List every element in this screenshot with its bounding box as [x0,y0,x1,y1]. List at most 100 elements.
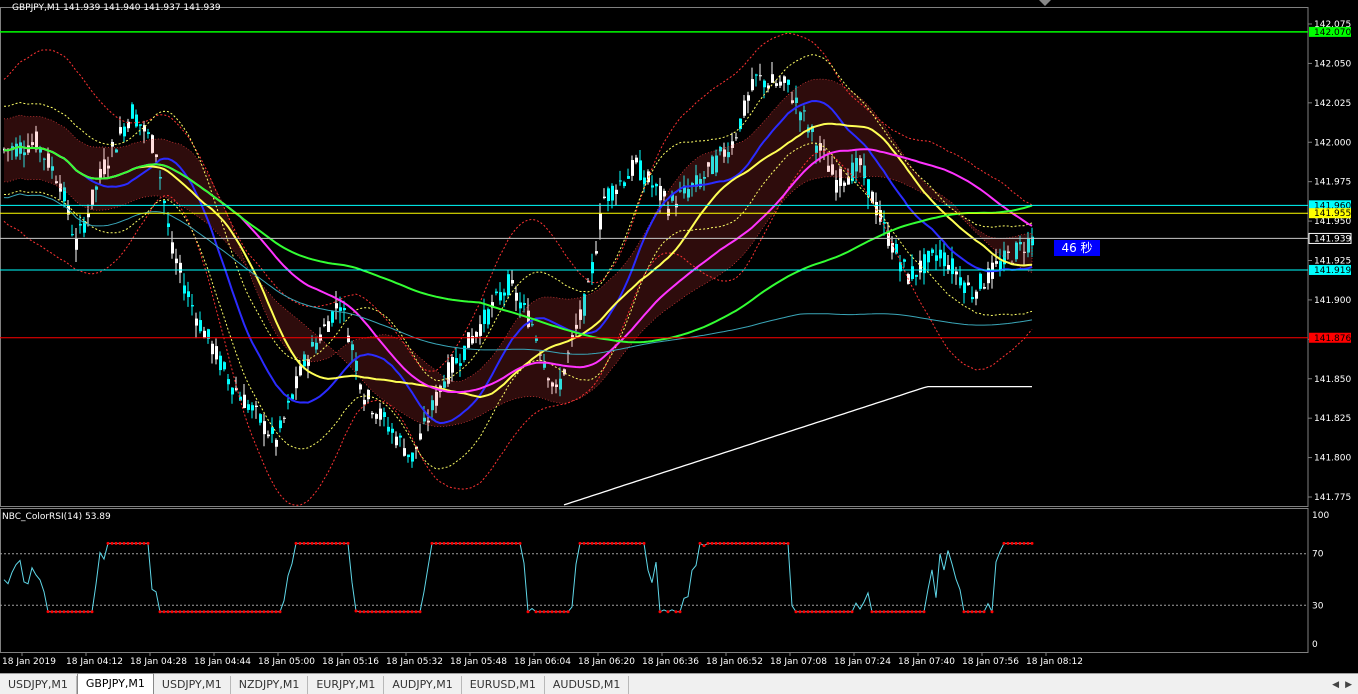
rsi-extreme-mark [190,610,194,614]
candle-body [619,180,622,182]
candle-body [455,358,458,364]
candle-body [187,291,190,298]
rsi-extreme-mark [146,541,150,545]
rsi-extreme-mark [698,541,702,545]
rsi-extreme-mark [142,541,146,545]
rsi-extreme-mark [470,541,474,545]
rsi-extreme-mark [358,610,362,614]
rsi-extreme-mark [62,610,66,614]
rsi-extreme-mark [806,610,810,614]
rsi-extreme-mark [438,541,442,545]
rsi-extreme-mark [394,610,398,614]
candle-body [123,126,126,137]
rsi-extreme-mark [330,541,334,545]
rsi-extreme-mark [210,610,214,614]
rsi-extreme-mark [1002,541,1006,545]
rsi-extreme-mark [962,610,966,614]
rsi-extreme-mark [778,541,782,545]
tab-scroll-arrows[interactable]: ◀ ▶ [1332,676,1358,694]
rsi-extreme-mark [486,541,490,545]
rsi-extreme-mark [746,541,750,545]
rsi-pane-border [0,508,1309,653]
candle-body [931,249,934,253]
candle-body [419,433,422,440]
tab-usdjpy-m1[interactable]: USDJPY,M1 [0,676,77,694]
rsi-extreme-mark [798,610,802,614]
time-axis-label: 18 Jan 2019 [2,657,56,667]
rsi-extreme-mark [602,541,606,545]
candle-body [339,307,342,311]
candle-body [75,238,78,250]
rsi-extreme-mark [586,541,590,545]
candle-body [255,405,258,407]
candle-body [359,384,362,390]
rsi-extreme-mark [770,541,774,545]
candle-body [347,335,350,343]
candle-body [611,185,614,201]
tab-nzdjpy-m1[interactable]: NZDJPY,M1 [231,676,309,694]
rsi-extreme-mark [542,610,546,614]
rsi-extreme-mark [122,541,126,545]
rsi-extreme-mark [634,541,638,545]
tab-audjpy-m1[interactable]: AUDJPY,M1 [384,676,462,694]
candle-body [507,274,510,296]
candle-body [219,355,222,371]
tab-audusd-m1[interactable]: AUDUSD,M1 [545,676,630,694]
chart-shift-marker[interactable] [1039,0,1051,6]
rsi-extreme-mark [658,610,662,614]
price-chart[interactable]: 142.075142.050142.025142.000141.975141.9… [0,0,1358,672]
scroll-right-icon[interactable]: ▶ [1345,680,1352,690]
rsi-extreme-mark [894,610,898,614]
candle-body [327,321,330,332]
chart-window[interactable]: 142.075 142.050 142.025 142.000 141.975 141.9… [0,0,1358,672]
candle-body [459,363,462,366]
rsi-extreme-mark [114,541,118,545]
rsi-extreme-mark [194,610,198,614]
candle-body [763,80,766,88]
rsi-extreme-mark [838,610,842,614]
candle-body [935,255,938,261]
rsi-extreme-mark [202,610,206,614]
rsi-extreme-mark [458,541,462,545]
rsi-extreme-mark [814,610,818,614]
rsi-extreme-mark [346,541,350,545]
rsi-extreme-mark [378,610,382,614]
candle-body [951,258,954,275]
candle-body [499,292,502,301]
candle-body [735,137,738,139]
rsi-extreme-mark [882,610,886,614]
rsi-extreme-mark [258,610,262,614]
rsi-extreme-mark [974,610,978,614]
rsi-extreme-mark [850,610,854,614]
tab-eurjpy-m1[interactable]: EURJPY,M1 [308,676,385,694]
candle-body [835,179,838,193]
candle-body [183,285,186,294]
time-axis-label: 18 Jan 06:36 [642,657,699,667]
candle-body [259,414,262,423]
candle-body [135,114,138,127]
rsi-extreme-mark [54,610,58,614]
rsi-extreme-mark [362,610,366,614]
scroll-left-icon[interactable]: ◀ [1332,680,1339,690]
tab-gbpjpy-m1[interactable]: GBPJPY,M1 [76,673,154,694]
candle-body [323,324,326,327]
candle-body [983,287,986,289]
rsi-extreme-mark [782,541,786,545]
candle-body [607,188,610,201]
rsi-extreme-mark [786,541,790,545]
time-axis-label: 18 Jan 06:52 [706,657,763,667]
rsi-extreme-mark [990,610,994,614]
rsi-extreme-mark [766,541,770,545]
rsi-extreme-mark [294,541,298,545]
rsi-extreme-mark [338,541,342,545]
rsi-extreme-mark [170,610,174,614]
tab-usdjpy-m1[interactable]: USDJPY,M1 [154,676,231,694]
candle-body [407,454,410,458]
rsi-extreme-mark [78,610,82,614]
candle-body [195,318,198,326]
candle-body [363,399,366,405]
rsi-extreme-mark [802,610,806,614]
candle-body [843,182,846,186]
rsi-extreme-mark [578,541,582,545]
tab-eurusd-m1[interactable]: EURUSD,M1 [462,676,545,694]
